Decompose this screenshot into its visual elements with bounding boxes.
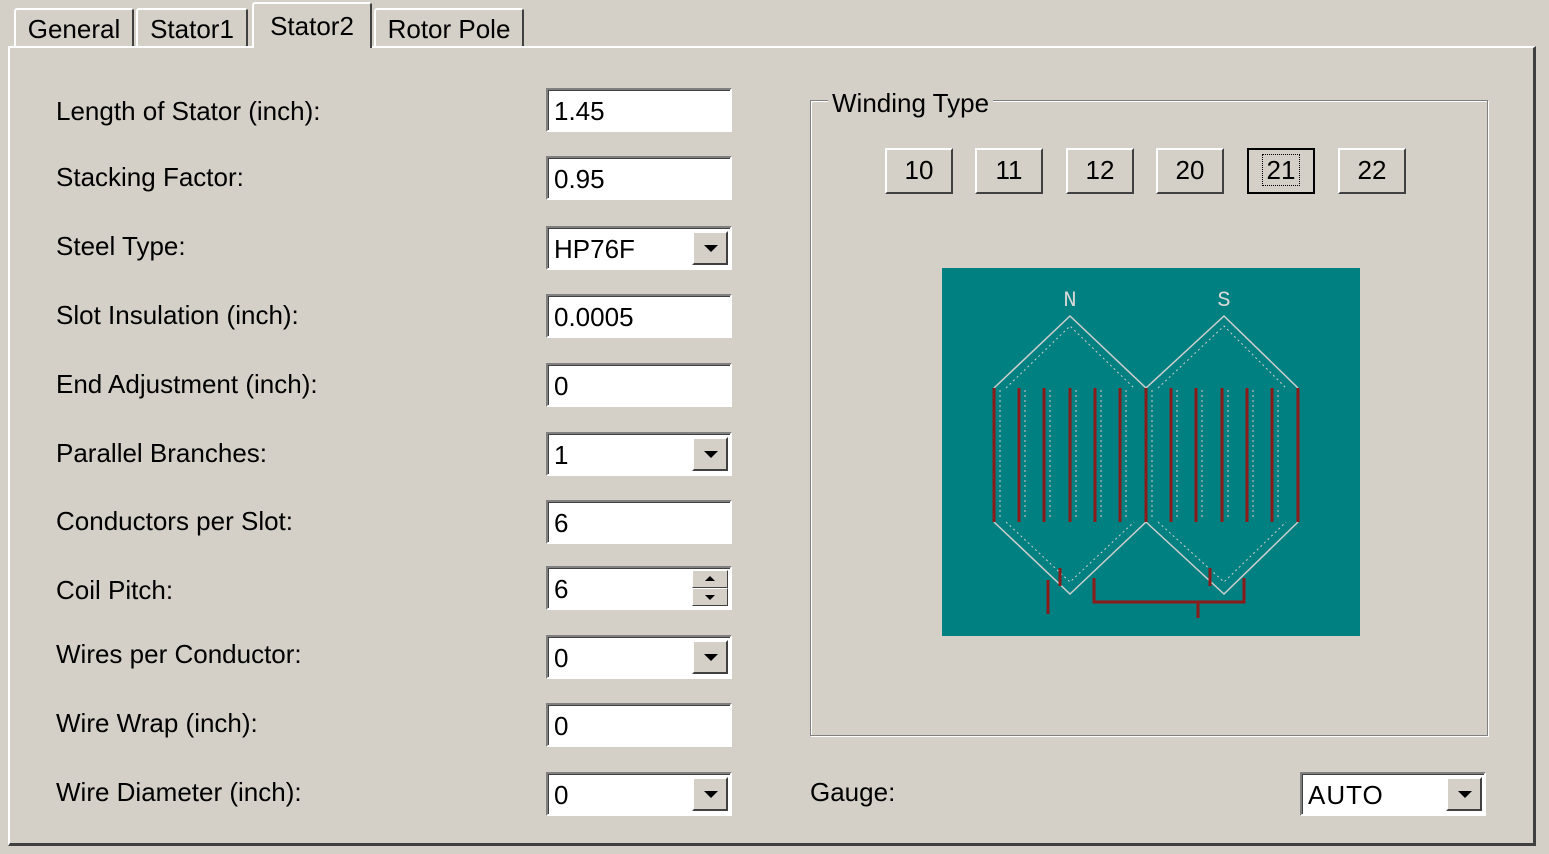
parallel-branches-select[interactable]: 1 bbox=[546, 432, 732, 476]
stacking-factor-label: Stacking Factor: bbox=[56, 162, 244, 192]
conductors-per-slot-input[interactable]: 6 bbox=[546, 500, 732, 544]
stacking-factor-value: 0.95 bbox=[554, 164, 605, 194]
length-of-stator-label: Length of Stator (inch): bbox=[56, 96, 321, 126]
winding-12-button[interactable]: 12 bbox=[1066, 148, 1134, 194]
wires-per-conductor-value: 0 bbox=[554, 643, 569, 673]
wire-wrap-label: Wire Wrap (inch): bbox=[56, 708, 258, 738]
gauge-select[interactable]: AUTO bbox=[1300, 772, 1486, 816]
winding-22-button[interactable]: 22 bbox=[1338, 148, 1406, 194]
parallel-branches-label: Parallel Branches: bbox=[56, 438, 267, 468]
slot-insulation-label: Slot Insulation (inch): bbox=[56, 300, 299, 330]
steel-type-label: Steel Type: bbox=[56, 231, 186, 261]
coil-pitch-spinner bbox=[692, 570, 728, 606]
wires-per-conductor-label: Wires per Conductor: bbox=[56, 639, 302, 669]
gauge-label: Gauge: bbox=[810, 777, 896, 807]
coil-pitch-value: 6 bbox=[554, 574, 569, 604]
coil-pitch-label: Coil Pitch: bbox=[56, 575, 174, 605]
steel-type-value: HP76F bbox=[554, 234, 635, 264]
wire-diameter-value: 0 bbox=[554, 780, 569, 810]
tab-stator2[interactable]: Stator2 bbox=[252, 2, 372, 48]
winding-11-button[interactable]: 11 bbox=[975, 148, 1043, 194]
south-pole-label: S bbox=[1217, 288, 1230, 313]
wire-diameter-dropdown-arrow-icon[interactable] bbox=[692, 777, 728, 811]
length-of-stator-input[interactable]: 1.45 bbox=[546, 88, 732, 132]
coil-pitch-stepper[interactable]: 6 bbox=[546, 566, 732, 610]
wire-diameter-label: Wire Diameter (inch): bbox=[56, 777, 302, 807]
winding-20-button[interactable]: 20 bbox=[1156, 148, 1224, 194]
conductors-per-slot-label: Conductors per Slot: bbox=[56, 506, 294, 536]
winding-21-button[interactable]: 21 bbox=[1247, 148, 1315, 194]
tab-general[interactable]: General bbox=[14, 8, 134, 46]
gauge-value: AUTO bbox=[1308, 780, 1384, 810]
length-of-stator-value: 1.45 bbox=[554, 96, 605, 126]
winding-diagram: N S bbox=[942, 268, 1360, 636]
end-adjustment-input[interactable]: 0 bbox=[546, 363, 732, 407]
north-pole-label: N bbox=[1063, 288, 1076, 313]
parallel-branches-value: 1 bbox=[554, 440, 569, 470]
gauge-dropdown-arrow-icon[interactable] bbox=[1446, 777, 1482, 811]
end-adjustment-value: 0 bbox=[554, 371, 569, 401]
winding-10-button[interactable]: 10 bbox=[885, 148, 953, 194]
tab-stator1[interactable]: Stator1 bbox=[136, 8, 248, 46]
parallel-branches-dropdown-arrow-icon[interactable] bbox=[692, 437, 728, 471]
stator2-dialog: General Stator1 Stator2 Rotor Pole Lengt… bbox=[0, 0, 1549, 854]
slot-insulation-value: 0.0005 bbox=[554, 302, 634, 332]
wires-per-conductor-select[interactable]: 0 bbox=[546, 635, 732, 679]
spin-down-icon[interactable] bbox=[692, 588, 728, 606]
steel-type-dropdown-arrow-icon[interactable] bbox=[692, 231, 728, 265]
tab-rotor-pole[interactable]: Rotor Pole bbox=[374, 8, 524, 46]
spin-up-icon[interactable] bbox=[692, 570, 728, 588]
end-adjustment-label: End Adjustment (inch): bbox=[56, 369, 318, 399]
wire-wrap-input[interactable]: 0 bbox=[546, 703, 732, 747]
stacking-factor-input[interactable]: 0.95 bbox=[546, 156, 732, 200]
wires-per-conductor-dropdown-arrow-icon[interactable] bbox=[692, 640, 728, 674]
wire-wrap-value: 0 bbox=[554, 711, 569, 741]
conductors-per-slot-value: 6 bbox=[554, 508, 569, 538]
wire-diameter-select[interactable]: 0 bbox=[546, 772, 732, 816]
steel-type-select[interactable]: HP76F bbox=[546, 226, 732, 270]
slot-insulation-input[interactable]: 0.0005 bbox=[546, 294, 732, 338]
winding-type-title: Winding Type bbox=[828, 88, 994, 118]
